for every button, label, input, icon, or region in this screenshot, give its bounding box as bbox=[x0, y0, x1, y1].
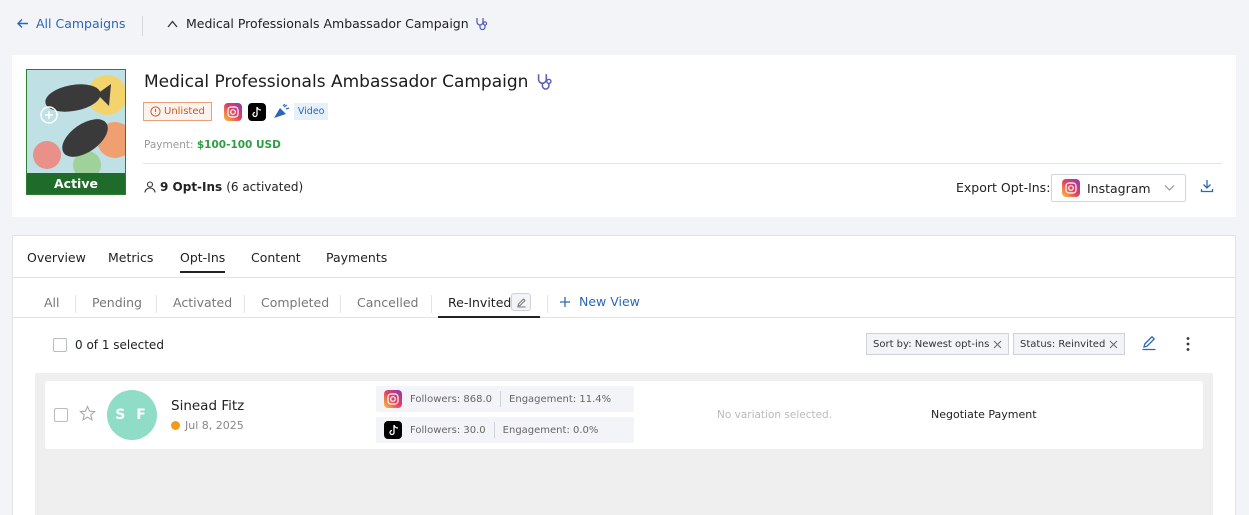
stethoscope-icon bbox=[476, 17, 487, 30]
view-tab-divider bbox=[340, 295, 341, 313]
view-tab-divider bbox=[156, 295, 157, 313]
selection-count: 0 of 1 selected bbox=[75, 338, 164, 352]
campaign-image bbox=[27, 70, 125, 179]
instagram-followers: Followers: 868.0 bbox=[410, 393, 493, 405]
status-chip[interactable]: Status: Reinvited bbox=[1013, 333, 1126, 355]
chevron-down-icon bbox=[1164, 185, 1175, 191]
campaign-badges: Unlisted Video bbox=[143, 102, 329, 121]
more-options-icon[interactable] bbox=[1185, 336, 1191, 352]
breadcrumb-divider bbox=[142, 16, 143, 36]
view-tabs: All Pending Activated Completed Cancelle… bbox=[13, 278, 1235, 318]
tab-overview[interactable]: Overview bbox=[27, 250, 86, 265]
campaign-thumbnail[interactable]: Active bbox=[26, 69, 126, 195]
star-icon[interactable] bbox=[79, 405, 96, 422]
tiktok-icon bbox=[247, 102, 266, 121]
view-tab-activated[interactable]: Activated bbox=[173, 295, 232, 310]
breadcrumb-current: Medical Professionals Ambassador Campaig… bbox=[167, 16, 489, 31]
view-tab-pending[interactable]: Pending bbox=[92, 295, 142, 310]
export-selected-label: Instagram bbox=[1087, 180, 1151, 196]
tab-payments[interactable]: Payments bbox=[326, 250, 387, 265]
view-tab-divider bbox=[431, 295, 432, 313]
optins-count: 9 Opt-Ins bbox=[160, 180, 223, 194]
status-chip-label: Status: Reinvited bbox=[1020, 338, 1106, 350]
view-tab-completed[interactable]: Completed bbox=[261, 295, 329, 310]
sort-chip-label: Sort by: Newest opt-ins bbox=[873, 338, 990, 350]
view-tab-re-invited[interactable]: Re-Invited bbox=[448, 295, 511, 310]
view-tab-all[interactable]: All bbox=[44, 295, 60, 310]
select-all-checkbox[interactable] bbox=[53, 338, 67, 352]
campaign-tabs: Overview Metrics Opt-Ins Content Payment… bbox=[13, 236, 1235, 278]
creator-name[interactable]: Sinead Fitz bbox=[171, 398, 244, 414]
unlisted-label: Unlisted bbox=[164, 106, 205, 117]
payment-label: Payment: bbox=[144, 139, 194, 151]
chevron-up-icon[interactable] bbox=[167, 19, 178, 28]
breadcrumb-current-label: Medical Professionals Ambassador Campaig… bbox=[186, 16, 469, 31]
export-platform-select[interactable]: Instagram bbox=[1051, 174, 1186, 202]
video-badge: Video bbox=[293, 103, 329, 120]
sort-chip[interactable]: Sort by: Newest opt-ins bbox=[866, 333, 1010, 355]
optin-date-text: Jul 8, 2025 bbox=[185, 419, 244, 432]
stat-divider bbox=[500, 391, 502, 407]
tiktok-stats: Followers: 30.0 Engagement: 0.0% bbox=[376, 417, 634, 443]
view-tab-divider bbox=[547, 295, 548, 313]
campaign-header: Active Medical Professionals Ambassador … bbox=[12, 55, 1236, 217]
ugc-icon bbox=[272, 103, 290, 121]
instagram-engagement: Engagement: 11.4% bbox=[509, 393, 612, 405]
edit-view-button[interactable] bbox=[511, 293, 531, 311]
tiktok-icon bbox=[384, 421, 402, 439]
back-link-label: All Campaigns bbox=[36, 16, 126, 31]
edit-filters-icon[interactable] bbox=[1141, 335, 1157, 351]
select-all: 0 of 1 selected bbox=[53, 338, 164, 352]
close-icon[interactable] bbox=[1109, 340, 1118, 349]
view-tab-divider bbox=[244, 295, 245, 313]
status-dot bbox=[171, 421, 180, 430]
instagram-icon bbox=[384, 390, 402, 408]
info-circle-icon bbox=[150, 106, 161, 117]
plus-icon bbox=[560, 296, 570, 307]
stethoscope-icon bbox=[538, 74, 553, 90]
unlisted-badge: Unlisted bbox=[143, 102, 212, 121]
instagram-stats: Followers: 868.0 Engagement: 11.4% bbox=[376, 386, 634, 412]
variation-text: No variation selected. bbox=[717, 409, 833, 421]
campaign-title: Medical Professionals Ambassador Campaig… bbox=[144, 72, 554, 92]
export-label: Export Opt-Ins: bbox=[956, 180, 1051, 195]
view-tab-divider bbox=[75, 295, 76, 313]
download-icon[interactable] bbox=[1200, 179, 1214, 193]
list-item[interactable]: S F Sinead Fitz Jul 8, 2025 Followers: 8… bbox=[45, 381, 1203, 449]
list-toolbar: 0 of 1 selected Sort by: Newest opt-ins … bbox=[13, 318, 1235, 372]
negotiate-payment-button[interactable]: Negotiate Payment bbox=[931, 408, 1037, 421]
new-view-label: New View bbox=[579, 294, 640, 309]
tab-content[interactable]: Content bbox=[251, 250, 301, 265]
stat-divider bbox=[493, 422, 495, 438]
optins-activated: (6 activated) bbox=[226, 180, 304, 194]
status-badge: Active bbox=[27, 173, 125, 194]
tiktok-engagement: Engagement: 0.0% bbox=[502, 424, 599, 436]
arrow-left-icon bbox=[17, 19, 28, 28]
optins-summary: 9 Opt-Ins (6 activated) bbox=[144, 180, 303, 194]
instagram-icon bbox=[223, 102, 242, 121]
row-checkbox[interactable] bbox=[54, 408, 68, 422]
optins-list: S F Sinead Fitz Jul 8, 2025 Followers: 8… bbox=[35, 373, 1213, 515]
instagram-icon bbox=[1062, 179, 1080, 197]
payment-info: Payment: $100-100 USD bbox=[144, 139, 281, 151]
header-divider bbox=[143, 163, 1222, 164]
person-icon bbox=[144, 181, 156, 193]
back-link[interactable]: All Campaigns bbox=[16, 16, 125, 31]
tiktok-followers: Followers: 30.0 bbox=[410, 424, 486, 436]
optins-panel: Overview Metrics Opt-Ins Content Payment… bbox=[12, 235, 1236, 515]
view-tab-cancelled[interactable]: Cancelled bbox=[357, 295, 418, 310]
campaign-title-text: Medical Professionals Ambassador Campaig… bbox=[144, 72, 529, 92]
new-view-button[interactable]: New View bbox=[559, 294, 640, 309]
close-icon[interactable] bbox=[993, 340, 1002, 349]
payment-value: $100-100 USD bbox=[196, 139, 281, 151]
pencil-icon bbox=[516, 297, 526, 307]
breadcrumb: All Campaigns Medical Professionals Amba… bbox=[0, 0, 1249, 52]
tab-opt-ins[interactable]: Opt-Ins bbox=[180, 250, 226, 273]
avatar: S F bbox=[107, 390, 157, 440]
optin-date: Jul 8, 2025 bbox=[171, 419, 244, 432]
tab-metrics[interactable]: Metrics bbox=[108, 250, 153, 265]
